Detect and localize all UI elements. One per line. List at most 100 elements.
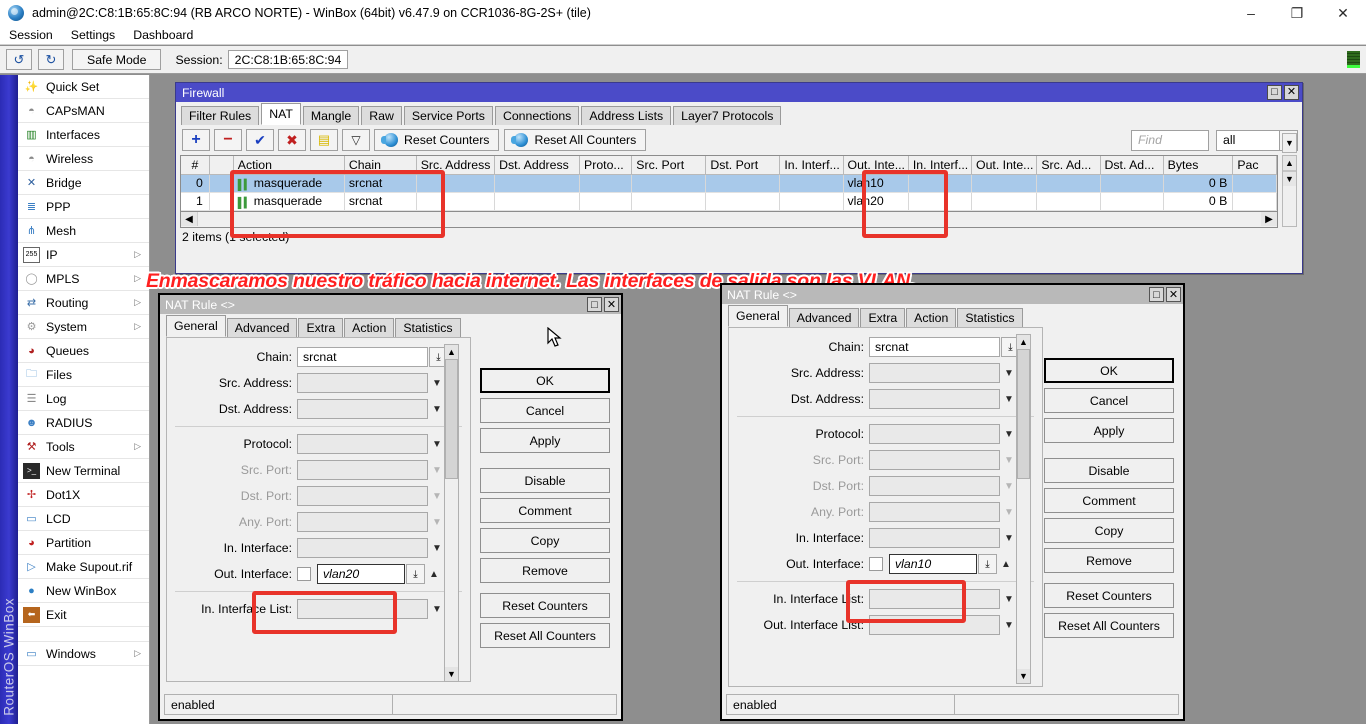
protocol-input[interactable] [869,424,1000,444]
column-header-src-port[interactable]: Src. Port [632,156,706,174]
out-interface-dropdown-icon[interactable]: ⤓ [978,554,997,574]
sidebar-item-system[interactable]: ⚙ System ▷ [18,315,149,339]
out-interface-input[interactable]: vlan10 [889,554,977,574]
undo-icon[interactable]: ↺ [6,49,32,70]
scroll-up-icon[interactable]: ▲ [1017,335,1030,349]
reset-counters-button[interactable]: Reset Counters [1044,583,1174,608]
tab-nat[interactable]: NAT [261,103,301,125]
tab-extra[interactable]: Extra [298,318,343,337]
scroll-down-icon[interactable]: ▼ [1017,669,1030,683]
column-header-protocol[interactable]: Proto... [580,156,632,174]
in-interface-list-input[interactable] [869,589,1000,609]
find-filter-select[interactable]: all [1216,130,1280,151]
column-header-dst-address[interactable]: Dst. Address [495,156,580,174]
comment-button[interactable]: ▤ [310,129,338,151]
chevron-up-icon[interactable]: ▲ [425,564,443,584]
chain-input[interactable]: srcnat [297,347,428,367]
src-address-input[interactable] [297,373,428,393]
out-interface-list-input[interactable] [869,615,1000,635]
scroll-up-icon[interactable]: ▲ [445,345,458,359]
tab-mangle[interactable]: Mangle [303,106,359,125]
out-interface-input[interactable]: vlan20 [317,564,405,584]
apply-button[interactable]: Apply [480,428,610,453]
menu-item-settings[interactable]: Settings [62,26,124,45]
ok-button[interactable]: OK [1044,358,1174,383]
tab-service-ports[interactable]: Service Ports [404,106,493,125]
maximize-icon[interactable]: ❐ [1274,0,1320,26]
reset-all-counters-button[interactable]: Reset All Counters [1044,613,1174,638]
restore-icon[interactable]: □ [587,297,602,312]
sidebar-item-tools[interactable]: ⚒ Tools ▷ [18,435,149,459]
safe-mode-button[interactable]: Safe Mode [72,49,161,70]
in-interface-list-input[interactable] [297,599,428,619]
remove-button[interactable]: Remove [480,558,610,583]
comment-button[interactable]: Comment [480,498,610,523]
tab-action[interactable]: Action [906,308,956,327]
scroll-down-icon[interactable]: ▼ [445,667,458,681]
hscroll-track[interactable] [197,212,1261,226]
tab-general[interactable]: General [728,305,788,327]
column-header-out-interface-2[interactable]: Out. Inte... [972,156,1037,174]
reset-all-counters-button[interactable]: Reset All Counters [480,623,610,648]
tab-advanced[interactable]: Advanced [227,318,298,337]
protocol-input[interactable] [297,434,428,454]
sidebar-item-make-supout[interactable]: ▷ Make Supout.rif [18,555,149,579]
column-header-dst-port[interactable]: Dst. Port [706,156,780,174]
sidebar-item-interfaces[interactable]: ▥ Interfaces [18,123,149,147]
tab-statistics[interactable]: Statistics [395,318,460,337]
sidebar-item-ppp[interactable]: ≣ PPP [18,195,149,219]
sidebar-item-exit[interactable]: ⬅ Exit [18,603,149,627]
scrollbar-thumb[interactable] [445,359,458,479]
sidebar-item-mpls[interactable]: ◯ MPLS ▷ [18,267,149,291]
restore-icon[interactable]: □ [1149,287,1164,302]
disable-button[interactable]: ✖ [278,129,306,151]
menu-item-dashboard[interactable]: Dashboard [124,26,202,45]
sidebar-item-routing[interactable]: ⇄ Routing ▷ [18,291,149,315]
scroll-left-icon[interactable]: ◀ [181,212,197,226]
column-header-bytes[interactable]: Bytes [1163,156,1233,174]
src-address-input[interactable] [869,363,1000,383]
column-header-in-interface[interactable]: In. Interf... [780,156,843,174]
in-interface-input[interactable] [869,528,1000,548]
sidebar-item-capsman[interactable]: ◓ CAPsMAN [18,99,149,123]
column-header-index[interactable]: # [181,156,209,174]
table-row[interactable]: 1 ▌▍masquerade srcnat vlan20 [181,192,1277,210]
column-chooser-icon[interactable]: ▼ [1282,133,1297,153]
out-interface-negate-checkbox[interactable] [297,567,311,581]
apply-button[interactable]: Apply [1044,418,1174,443]
reset-all-counters-button[interactable]: Reset All Counters [504,129,646,151]
cancel-button[interactable]: Cancel [480,398,610,423]
tab-raw[interactable]: Raw [361,106,402,125]
chevron-up-icon[interactable]: ▲ [997,554,1015,574]
add-button[interactable]: + [182,129,210,151]
column-header-in-interface-2[interactable]: In. Interf... [908,156,971,174]
close-icon[interactable]: ✕ [604,297,619,312]
tab-general[interactable]: General [166,315,226,337]
comment-button[interactable]: Comment [1044,488,1174,513]
sidebar-item-wireless[interactable]: ◓ Wireless [18,147,149,171]
enable-button[interactable]: ✔ [246,129,274,151]
session-value[interactable]: 2C:C8:1B:65:8C:94 [228,50,349,69]
sidebar-item-bridge[interactable]: ✕ Bridge [18,171,149,195]
table-vertical-scrollbar[interactable]: ▲ ▼ [1282,155,1297,227]
disable-button[interactable]: Disable [1044,458,1174,483]
sidebar-item-lcd[interactable]: ▭ LCD [18,507,149,531]
sidebar-item-dot1x[interactable]: ✢ Dot1X [18,483,149,507]
tab-address-lists[interactable]: Address Lists [581,106,671,125]
close-icon[interactable]: ✕ [1284,85,1299,100]
scrollbar-thumb[interactable] [1017,349,1030,479]
ok-button[interactable]: OK [480,368,610,393]
remove-button[interactable]: − [214,129,242,151]
dialog-form-scrollbar[interactable]: ▲ ▼ [444,344,459,682]
tab-action[interactable]: Action [344,318,394,337]
find-input[interactable]: Find [1131,130,1209,151]
filter-button[interactable]: ▽ [342,129,370,151]
scroll-right-icon[interactable]: ▶ [1261,212,1277,226]
sidebar-item-windows[interactable]: ▭ Windows ▷ [18,642,149,666]
reset-counters-button[interactable]: Reset Counters [480,593,610,618]
tab-statistics[interactable]: Statistics [957,308,1022,327]
close-icon[interactable]: ✕ [1166,287,1181,302]
chain-input[interactable]: srcnat [869,337,1000,357]
sidebar-item-ip[interactable]: 255 IP ▷ [18,243,149,267]
disable-button[interactable]: Disable [480,468,610,493]
